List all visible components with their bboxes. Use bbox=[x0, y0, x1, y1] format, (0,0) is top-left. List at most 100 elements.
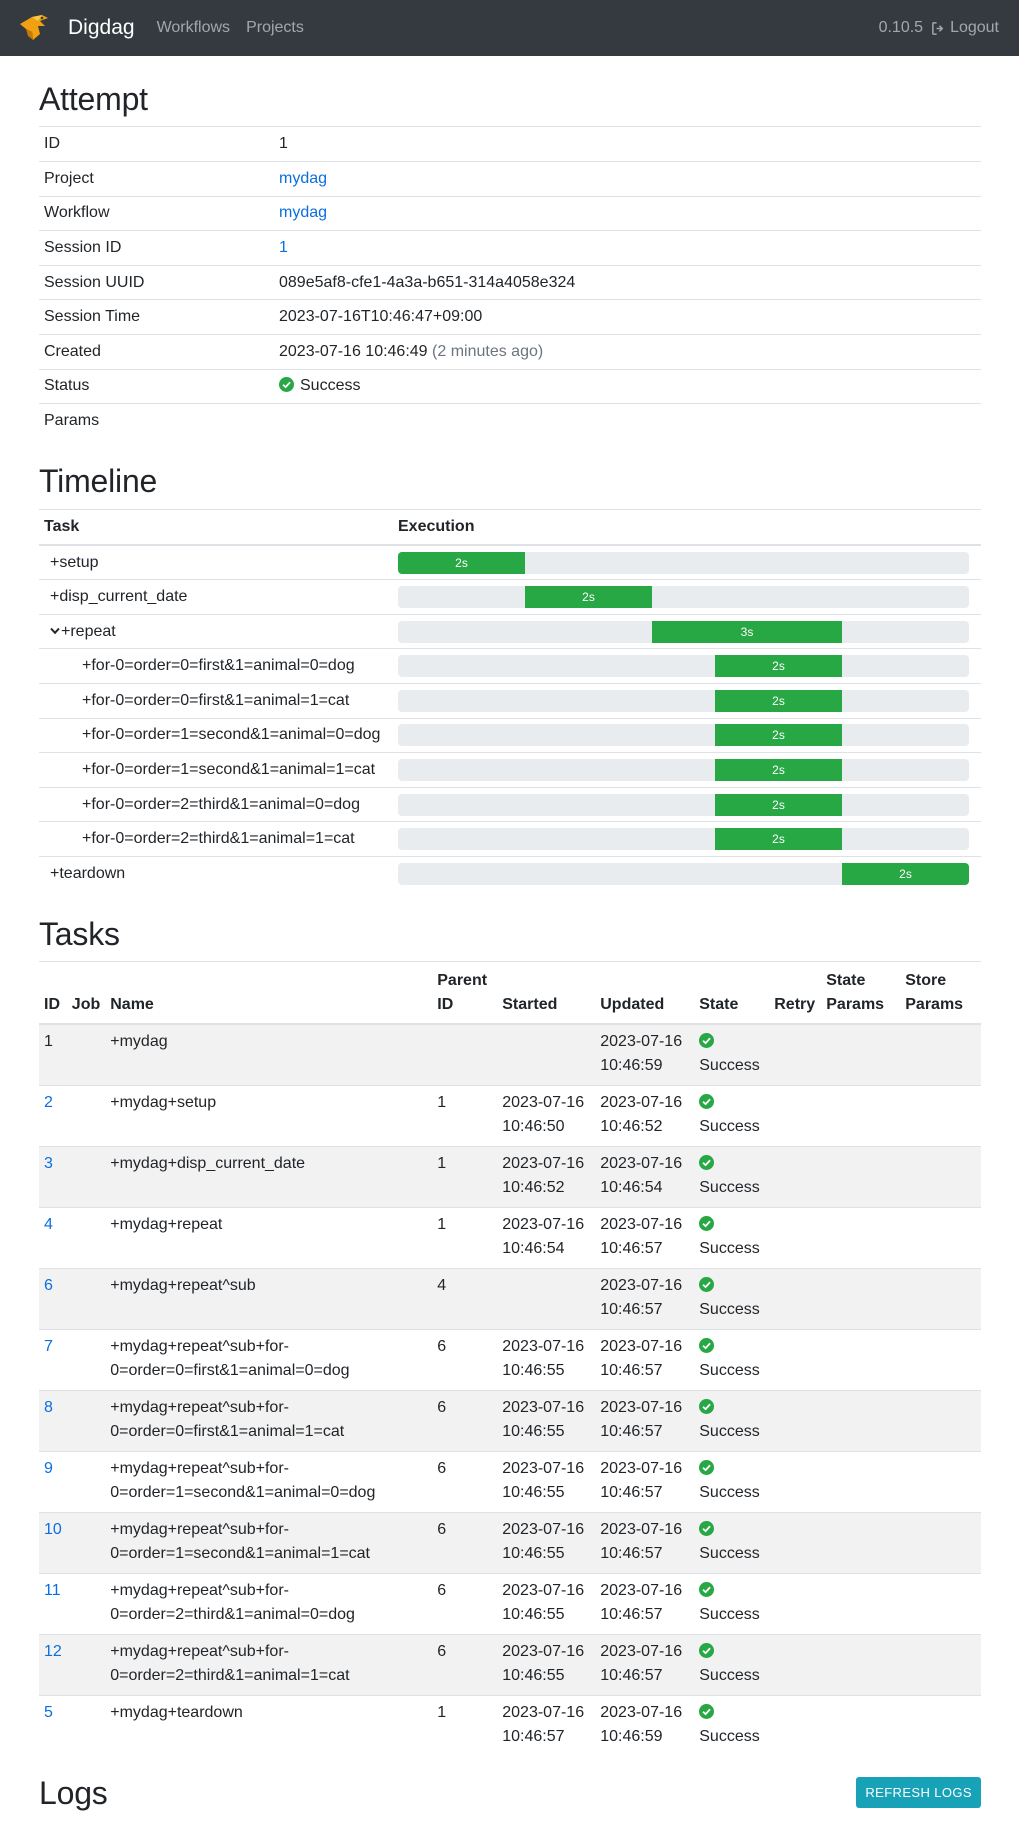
task-id-link[interactable]: 9 bbox=[44, 1460, 53, 1477]
task-state-cell: Success bbox=[694, 1512, 770, 1574]
task-state: Success bbox=[699, 1179, 760, 1197]
task-name: +mydag+repeat^sub+for- bbox=[110, 1460, 289, 1478]
task-id-link[interactable]: 4 bbox=[44, 1216, 53, 1233]
timeline-task-cell: +for-0=order=1=second&1=animal=0=dog bbox=[39, 717, 393, 753]
task-updated-time: 10:46:59 bbox=[600, 1728, 663, 1746]
task-store-params-cell bbox=[900, 1268, 981, 1330]
brand-name[interactable]: Digdag bbox=[68, 16, 135, 40]
timeline-task-name: +for-0=order=0=first&1=animal=0=dog bbox=[82, 657, 355, 675]
check-circle-icon bbox=[699, 1338, 715, 1354]
task-state-cell: Success bbox=[694, 1573, 770, 1635]
attempt-id-value: 1 bbox=[274, 126, 981, 162]
task-id-link[interactable]: 6 bbox=[44, 1277, 53, 1294]
nav-workflows[interactable]: Workflows bbox=[157, 19, 231, 37]
attempt-key: Created bbox=[39, 333, 274, 370]
timeline-bar: 2s bbox=[715, 793, 842, 816]
task-updated-cell: 2023-07-16 10:46:59 bbox=[595, 1023, 695, 1086]
status-value: Success bbox=[300, 377, 361, 395]
timeline-track: 2s bbox=[398, 863, 969, 886]
attempt-key: Project bbox=[39, 160, 274, 197]
timeline-bar: 2s bbox=[715, 828, 842, 851]
task-id-link[interactable]: 2 bbox=[44, 1094, 53, 1111]
task-store-params-cell bbox=[900, 1207, 981, 1269]
sign-out-icon bbox=[932, 21, 944, 35]
task-updated-date: 2023-07-16 bbox=[600, 1643, 683, 1661]
timeline-bar: 2s bbox=[715, 689, 842, 712]
task-job-cell bbox=[66, 1085, 106, 1147]
task-updated-time: 10:46:57 bbox=[600, 1667, 663, 1685]
task-job-cell bbox=[66, 1634, 106, 1696]
task-retry-cell bbox=[769, 1573, 822, 1635]
attempt-row-id: ID 1 bbox=[39, 126, 981, 162]
task-id-link[interactable]: 8 bbox=[44, 1399, 53, 1416]
task-updated-time: 10:46:54 bbox=[600, 1179, 663, 1197]
task-state: Success bbox=[699, 1240, 760, 1258]
created-value: 2023-07-16 10:46:49 bbox=[279, 342, 428, 360]
task-started-time: 10:46:55 bbox=[502, 1545, 565, 1563]
task-updated-date: 2023-07-16 bbox=[600, 1033, 683, 1051]
timeline-execution-cell: 3s bbox=[393, 613, 981, 649]
project-link[interactable]: mydag bbox=[279, 170, 327, 187]
task-parent-cell: 1 bbox=[432, 1695, 498, 1757]
timeline-row: +setup 2s bbox=[39, 544, 981, 580]
nav-projects[interactable]: Projects bbox=[246, 19, 304, 37]
attempt-title: Attempt bbox=[39, 81, 148, 117]
task-state-params-cell bbox=[821, 1146, 901, 1208]
brand[interactable]: Digdag bbox=[18, 12, 157, 44]
task-updated-date: 2023-07-16 bbox=[600, 1399, 683, 1417]
task-retry-cell bbox=[769, 1512, 822, 1574]
task-updated-date: 2023-07-16 bbox=[600, 1582, 683, 1600]
task-id-link[interactable]: 3 bbox=[44, 1155, 53, 1172]
task-started-cell bbox=[497, 1268, 596, 1330]
task-parent-cell: 4 bbox=[432, 1268, 498, 1330]
task-name: +mydag+repeat^sub bbox=[110, 1277, 256, 1295]
task-updated-date: 2023-07-16 bbox=[600, 1277, 683, 1295]
task-store-params-cell bbox=[900, 1451, 981, 1513]
task-id-link[interactable]: 11 bbox=[44, 1582, 61, 1599]
task-state-params-cell bbox=[821, 1512, 901, 1574]
timeline-body: +setup 2s +disp_current_date 2s +repeat 3s +fo… bbox=[39, 544, 981, 892]
task-updated-time: 10:46:57 bbox=[600, 1545, 663, 1563]
task-job-cell bbox=[66, 1268, 106, 1330]
task-started-cell: 2023-07-16 10:46:55 bbox=[497, 1451, 596, 1513]
task-id-cell: 2 bbox=[39, 1085, 67, 1147]
task-started-cell: 2023-07-16 10:46:55 bbox=[497, 1390, 596, 1452]
col-parent-id: Parent ID bbox=[432, 961, 498, 1026]
timeline-execution-cell: 2s bbox=[393, 752, 981, 788]
timeline-bar: 2s bbox=[715, 758, 842, 781]
col-store-params-line2: Params bbox=[905, 996, 964, 1014]
logout-label[interactable]: Logout bbox=[950, 19, 999, 37]
logout-link[interactable]: Logout bbox=[931, 19, 999, 37]
task-started-cell: 2023-07-16 10:46:54 bbox=[497, 1207, 596, 1269]
task-retry-cell bbox=[769, 1634, 822, 1696]
timeline-track: 2s bbox=[398, 724, 969, 747]
task-state-params-cell bbox=[821, 1390, 901, 1452]
task-id-link[interactable]: 12 bbox=[44, 1643, 62, 1660]
task-id-link[interactable]: 5 bbox=[44, 1704, 53, 1721]
task-name-cell: +mydag+repeat^sub+for- 0=order=1=second&1… bbox=[105, 1512, 433, 1574]
task-id-link[interactable]: 7 bbox=[44, 1338, 53, 1355]
timeline-track: 2s bbox=[398, 793, 969, 816]
col-store-params-line1: Store bbox=[905, 972, 947, 990]
task-updated-time: 10:46:57 bbox=[600, 1606, 663, 1624]
task-started-time: 10:46:55 bbox=[502, 1484, 565, 1502]
session-id-link[interactable]: 1 bbox=[279, 239, 288, 256]
col-id: ID bbox=[39, 961, 67, 1026]
col-retry: Retry bbox=[769, 961, 822, 1026]
task-updated-cell: 2023-07-16 10:46:52 bbox=[595, 1085, 695, 1147]
col-parent-line2: ID bbox=[437, 996, 454, 1014]
task-retry-cell bbox=[769, 1146, 822, 1208]
task-name-cell: +mydag+repeat^sub+for- 0=order=0=first&1=… bbox=[105, 1390, 433, 1452]
task-parent: 6 bbox=[437, 1643, 447, 1661]
workflow-link[interactable]: mydag bbox=[279, 204, 327, 221]
timeline-bar: 2s bbox=[842, 863, 969, 886]
task-name-cell: +mydag bbox=[105, 1023, 433, 1086]
col-state-params: State Params bbox=[821, 961, 901, 1026]
task-name-cell: +mydag+repeat bbox=[105, 1207, 433, 1269]
task-name: +mydag+teardown bbox=[110, 1704, 243, 1722]
task-id-link[interactable]: 10 bbox=[44, 1521, 62, 1538]
chevron-down-icon[interactable] bbox=[50, 627, 60, 635]
task-name-cell: +mydag+repeat^sub+for- 0=order=1=second&1… bbox=[105, 1451, 433, 1513]
task-parent-cell: 6 bbox=[432, 1512, 498, 1574]
refresh-logs-button[interactable]: REFRESH LOGS bbox=[856, 1777, 981, 1809]
